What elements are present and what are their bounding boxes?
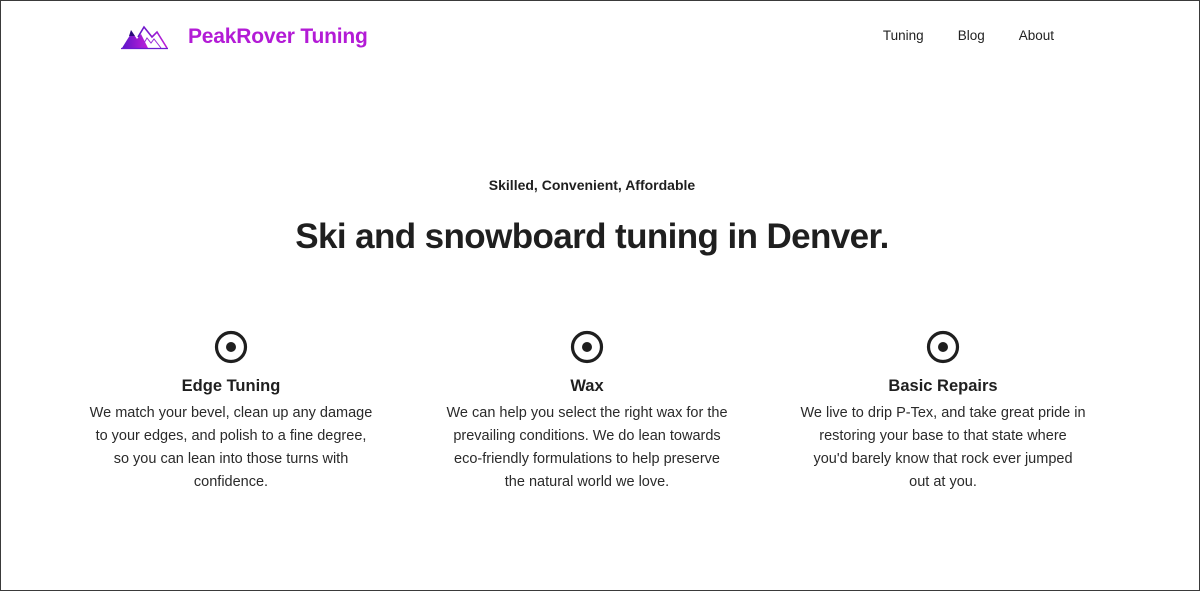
- radio-target-icon: [570, 330, 604, 364]
- nav-link-blog[interactable]: Blog: [958, 27, 985, 45]
- feature-line: We live to drip P-Tex, and take great pr…: [800, 405, 1086, 421]
- feature-line: We match your bevel, clean up any damage: [89, 405, 373, 421]
- hero-eyebrow: Skilled, Convenient, Affordable: [488, 177, 696, 193]
- feature-line: so you can lean into those turns with: [113, 451, 349, 467]
- radio-target-icon: [926, 330, 960, 364]
- page-frame: PeakRover Tuning Tuning Blog About Skill…: [0, 0, 1200, 591]
- main-nav: Tuning Blog About: [883, 27, 1054, 45]
- nav-link-about[interactable]: About: [1019, 27, 1054, 45]
- feature-line: prevailing conditions. We do lean toward…: [453, 428, 721, 444]
- site-header: PeakRover Tuning Tuning Blog About: [1, 1, 1200, 73]
- feature-line: eco-friendly formulations to help preser…: [454, 451, 720, 467]
- feature-line: to your edges, and polish to a fine degr…: [95, 428, 367, 444]
- feature-basic-repairs: Basic Repairs We live to drip P-Tex, and…: [788, 329, 1098, 494]
- feature-line: you'd barely know that rock ever jumped: [813, 451, 1073, 467]
- nav-link-tuning[interactable]: Tuning: [883, 27, 924, 45]
- feature-line: the natural world we love.: [504, 474, 670, 490]
- feature-line: We can help you select the right wax for…: [446, 405, 728, 421]
- feature-edge-tuning: Edge Tuning We match your bevel, clean u…: [76, 329, 386, 494]
- feature-wax: Wax We can help you select the right wax…: [432, 329, 742, 494]
- brand-name: PeakRover Tuning: [188, 25, 368, 48]
- hero-headline: Ski and snowboard tuning in Denver.: [295, 217, 889, 256]
- radio-target-icon: [214, 330, 248, 364]
- brand-home-link[interactable]: PeakRover Tuning: [121, 21, 368, 53]
- feature-line: confidence.: [193, 474, 269, 490]
- feature-description: We match your bevel, clean up any damage…: [76, 402, 386, 494]
- feature-description: We can help you select the right wax for…: [432, 402, 742, 494]
- mountain-logo-icon: [121, 25, 168, 50]
- feature-title: Edge Tuning: [181, 377, 281, 395]
- feature-title: Basic Repairs: [888, 377, 998, 395]
- feature-description: We live to drip P-Tex, and take great pr…: [788, 402, 1098, 494]
- feature-title: Wax: [570, 377, 604, 395]
- feature-line: out at you.: [909, 474, 977, 490]
- feature-line: restoring your base to that state where: [819, 428, 1067, 444]
